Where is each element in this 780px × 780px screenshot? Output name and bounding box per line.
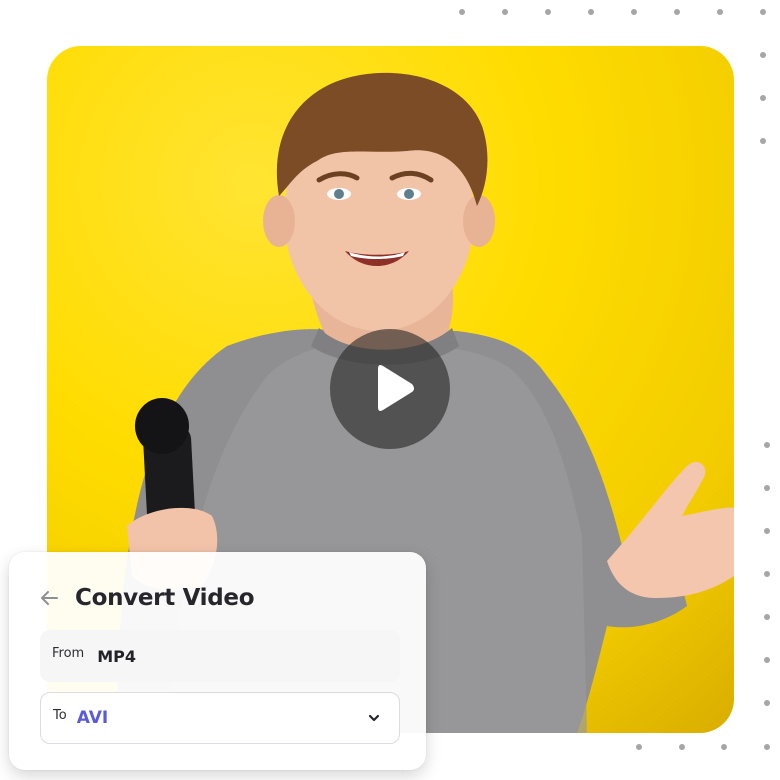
decorative-dot [636,744,642,750]
decorative-dot [545,9,551,15]
decorative-dot [674,9,680,15]
decorative-dot [764,744,770,750]
decorative-dot [764,485,770,491]
decorative-dot [764,657,770,663]
open-hand [607,462,734,598]
decorative-dot [760,52,766,58]
arrow-left-icon[interactable] [37,586,61,610]
decorative-dot [717,9,723,15]
from-label: From [52,645,85,661]
from-format-field: From MP4 [40,630,400,682]
decorative-dot [588,9,594,15]
decorative-dot [631,9,637,15]
decorative-dot [760,95,766,101]
to-format-select[interactable]: To AVI [40,692,400,744]
play-button[interactable] [330,329,450,449]
play-icon [378,365,414,411]
decorative-dot [760,138,766,144]
decorative-dot [764,442,770,448]
convert-video-card: Convert Video From MP4 To AVI [9,552,426,770]
decorative-dot [721,744,727,750]
to-label: To [53,707,67,723]
decorative-dot [764,571,770,577]
chevron-down-icon[interactable] [367,711,381,725]
decorative-dot [679,744,685,750]
decorative-dot [764,528,770,534]
decorative-dot [760,9,766,15]
decorative-dot [764,700,770,706]
decorative-dot [459,9,465,15]
decorative-dot [502,9,508,15]
card-title: Convert Video [75,585,255,611]
from-value: MP4 [97,646,136,666]
card-header: Convert Video [37,580,255,616]
decorative-dot [764,614,770,620]
to-value: AVI [76,708,109,728]
